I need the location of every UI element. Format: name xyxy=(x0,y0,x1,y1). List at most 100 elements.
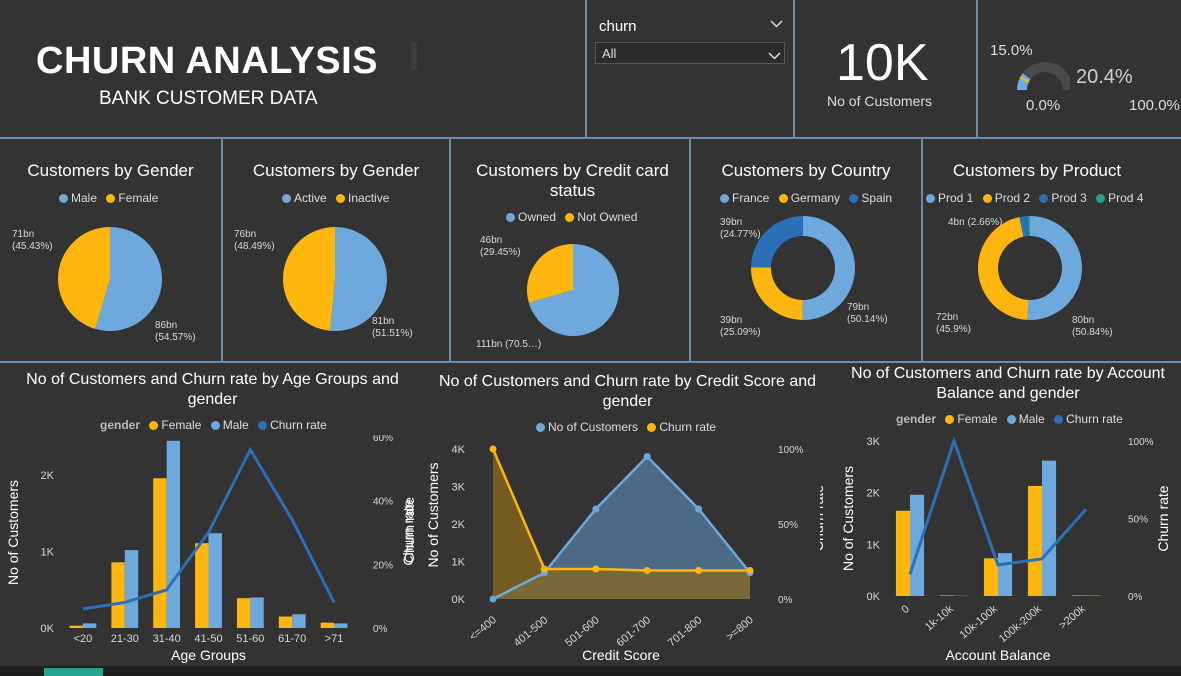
slicer-selected-value: All xyxy=(602,46,617,61)
legend-swatch xyxy=(1096,194,1106,203)
frame-top-divider xyxy=(0,137,1181,139)
legend-label: Male xyxy=(222,418,249,432)
x-tick-label: 701-800 xyxy=(666,614,705,649)
legend-label: Prod 2 xyxy=(994,191,1031,205)
legend-label: France xyxy=(732,191,770,205)
chart-legend: France Germany Spain xyxy=(714,191,892,205)
y-tick-label: 2K xyxy=(452,519,466,531)
pie-chart-gender: 86bn(54.57%) 71bn(45.43%) xyxy=(12,227,196,343)
x-tick-label: 0 xyxy=(900,603,912,616)
slice-data-label: 79bn xyxy=(847,302,869,313)
chart-title: Customers by Gender xyxy=(252,161,420,180)
chart-title: Customers by Credit card status xyxy=(476,161,669,200)
legend-label: Female xyxy=(161,418,202,432)
chart-title: No of Customers and Churn rate by Age Gr… xyxy=(26,371,399,408)
y-axis-title: No of Customers xyxy=(840,466,856,571)
legend-swatch xyxy=(106,194,116,203)
bar-female xyxy=(195,543,209,628)
point-churn-rate xyxy=(643,567,651,574)
slice-data-label: 81bn xyxy=(372,316,394,327)
point-churn-rate xyxy=(540,565,548,573)
chart-legend: No of Customers Churn rate xyxy=(530,420,716,434)
x-tick-label: 21-30 xyxy=(111,633,139,645)
slicer-dropdown[interactable]: All xyxy=(595,42,785,64)
frame-divider xyxy=(976,0,978,138)
y2-axis-title: Churn rate xyxy=(401,497,417,563)
y-tick-label: 1K xyxy=(867,539,881,551)
page-tab-indicator[interactable] xyxy=(44,668,103,676)
legend-swatch xyxy=(1006,415,1016,424)
chevron-down-icon[interactable] xyxy=(770,17,783,32)
bar-male xyxy=(334,623,348,628)
pie-slice-inactive xyxy=(283,227,335,331)
pie-slice-germany xyxy=(751,267,803,320)
legend-swatch xyxy=(336,194,346,203)
legend-label: Female xyxy=(957,412,998,426)
bar-female xyxy=(278,616,293,628)
y-tick-label: 0K xyxy=(867,591,881,603)
slicer-label: churn xyxy=(599,18,637,35)
slice-data-label: (48.49%) xyxy=(234,241,275,252)
x-tick-label: <20 xyxy=(74,633,93,645)
x-tick-label: 1k-10k xyxy=(923,603,956,634)
slicer-header[interactable]: churn xyxy=(599,18,637,35)
chart-title: Customers by Product xyxy=(952,161,1122,180)
x-tick-label: 31-40 xyxy=(153,633,181,645)
slice-data-label: (51.51%) xyxy=(372,328,413,339)
point-customers xyxy=(489,595,497,603)
legend-swatch xyxy=(536,423,545,432)
y-tick-label: 3K xyxy=(452,482,466,494)
pie-slice-prod-1 xyxy=(1027,216,1082,320)
slice-data-label: (50.84%) xyxy=(1072,327,1113,338)
y-tick-label: 2K xyxy=(867,488,881,500)
legend-swatch xyxy=(210,421,220,430)
legend-swatch xyxy=(258,421,268,430)
y-axis-title: No of Customers xyxy=(425,462,441,567)
slice-data-label: (24.77%) xyxy=(720,229,761,240)
chart-title: Customers by Country xyxy=(721,161,891,180)
y-tick-label: 3K xyxy=(867,436,881,448)
slice-data-label: (29.45%) xyxy=(480,247,521,258)
x-tick-label: 41-50 xyxy=(194,633,222,645)
chart-title: Customers by Gender xyxy=(27,161,194,180)
legend-label: Spain xyxy=(861,191,893,205)
chart-title: No of Customers and Churn rate by Credit… xyxy=(438,373,817,410)
legend-label: Prod 1 xyxy=(938,191,974,205)
bar-male xyxy=(82,623,97,628)
churn-gauge xyxy=(1017,62,1070,90)
x-tick-label: >=800 xyxy=(724,614,756,643)
legend-swatch xyxy=(59,194,68,203)
legend-label: Prod 3 xyxy=(1051,191,1087,205)
bar-female xyxy=(236,598,251,628)
slice-data-label: 46bn xyxy=(480,235,502,246)
legend-swatch xyxy=(1054,415,1064,424)
y2-tick-label: 100% xyxy=(778,445,804,456)
x-tick-label: 51-60 xyxy=(236,633,264,645)
legend-label: Active xyxy=(294,191,327,205)
bar-male xyxy=(208,533,222,628)
x-axis-title: Credit Score xyxy=(582,647,660,663)
frame-divider xyxy=(793,0,795,138)
chart-legend: gender Female Male Churn rate xyxy=(896,412,1123,426)
chart-legend: gender Female Male Churn rate xyxy=(100,418,327,432)
slice-data-label: 71bn xyxy=(12,229,34,240)
chart-legend: Male Female xyxy=(53,191,158,205)
legend-label: Germany xyxy=(790,191,841,205)
bar-male xyxy=(292,614,306,628)
legend-swatch xyxy=(945,415,955,424)
bar-male xyxy=(166,440,181,628)
legend-label: Prod 4 xyxy=(1108,191,1144,205)
bar-female xyxy=(111,562,125,628)
chart-title: No of Customers and Churn rate by Accoun… xyxy=(851,365,1165,402)
x-tick-label: <=400 xyxy=(467,614,499,643)
donut-chart-product: 80bn(50.84%) 72bn(45.9%) 4bn (2.66%) xyxy=(936,216,1113,338)
bar-male xyxy=(124,550,139,628)
page-scrollbar-track[interactable] xyxy=(0,666,1181,676)
y2-axis-title: Churn rate xyxy=(1155,485,1171,551)
bar-female xyxy=(1071,595,1086,596)
point-churn-rate xyxy=(592,565,600,573)
x-tick-label: >71 xyxy=(325,633,344,645)
y2-tick-label: 20% xyxy=(373,560,393,571)
point-customers xyxy=(592,505,600,513)
legend-swatch xyxy=(778,194,788,203)
